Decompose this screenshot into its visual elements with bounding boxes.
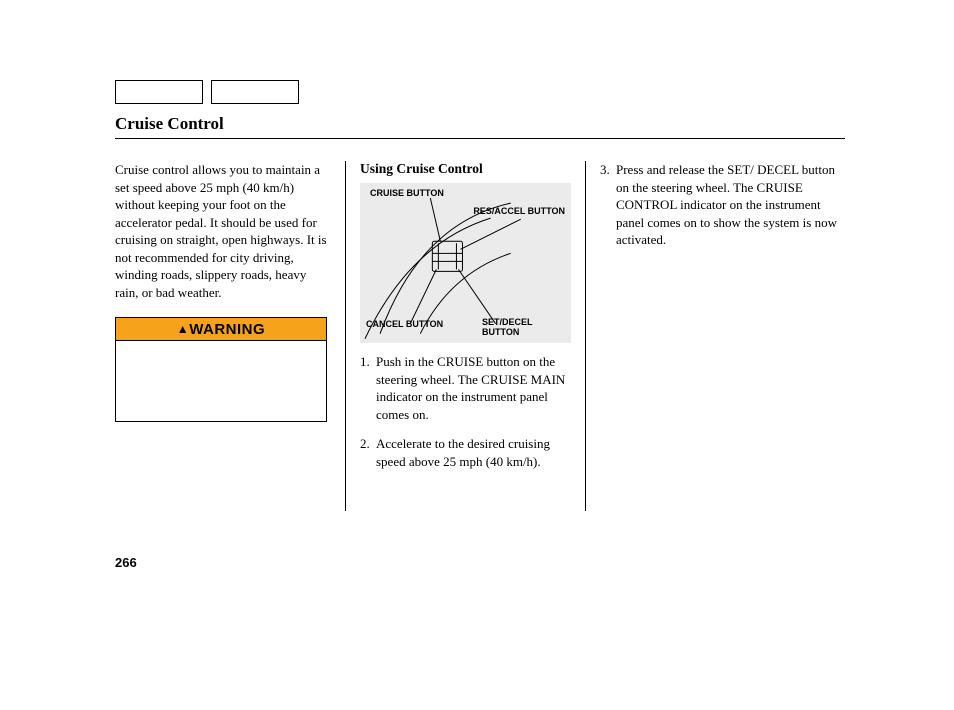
step-3: Press and release the SET/ DECEL button … bbox=[600, 161, 845, 249]
diagram-label-set-decel: SET/DECEL BUTTON bbox=[482, 318, 571, 337]
section-subhead: Using Cruise Control bbox=[360, 161, 571, 177]
placeholder-box bbox=[211, 80, 299, 104]
warning-box: ▲WARNING bbox=[115, 317, 327, 422]
diagram-label-cruise: CRUISE BUTTON bbox=[370, 189, 444, 198]
column-3: Press and release the SET/ DECEL button … bbox=[585, 161, 845, 511]
header-placeholder-boxes bbox=[115, 80, 845, 104]
page-number: 266 bbox=[115, 555, 137, 570]
warning-header: ▲WARNING bbox=[116, 318, 326, 341]
diagram-label-cancel: CANCEL BUTTON bbox=[366, 320, 443, 329]
steps-list: Push in the CRUISE button on the steerin… bbox=[360, 353, 571, 470]
warning-label: WARNING bbox=[189, 321, 265, 338]
warning-triangle-icon: ▲ bbox=[177, 322, 189, 336]
diagram-label-res-accel: RES/ACCEL BUTTON bbox=[473, 207, 565, 216]
placeholder-box bbox=[115, 80, 203, 104]
step-1: Push in the CRUISE button on the steerin… bbox=[360, 353, 571, 423]
page-title: Cruise Control bbox=[115, 114, 845, 139]
column-1: Cruise control allows you to maintain a … bbox=[115, 161, 345, 511]
intro-paragraph: Cruise control allows you to maintain a … bbox=[115, 161, 331, 301]
content-columns: Cruise control allows you to maintain a … bbox=[115, 161, 845, 511]
manual-page: Cruise Control Cruise control allows you… bbox=[115, 80, 845, 511]
steering-wheel-diagram: CRUISE BUTTON RES/ACCEL BUTTON CANCEL BU… bbox=[360, 183, 571, 343]
step-2: Accelerate to the desired cruising speed… bbox=[360, 435, 571, 470]
column-2: Using Cruise Control bbox=[345, 161, 585, 511]
